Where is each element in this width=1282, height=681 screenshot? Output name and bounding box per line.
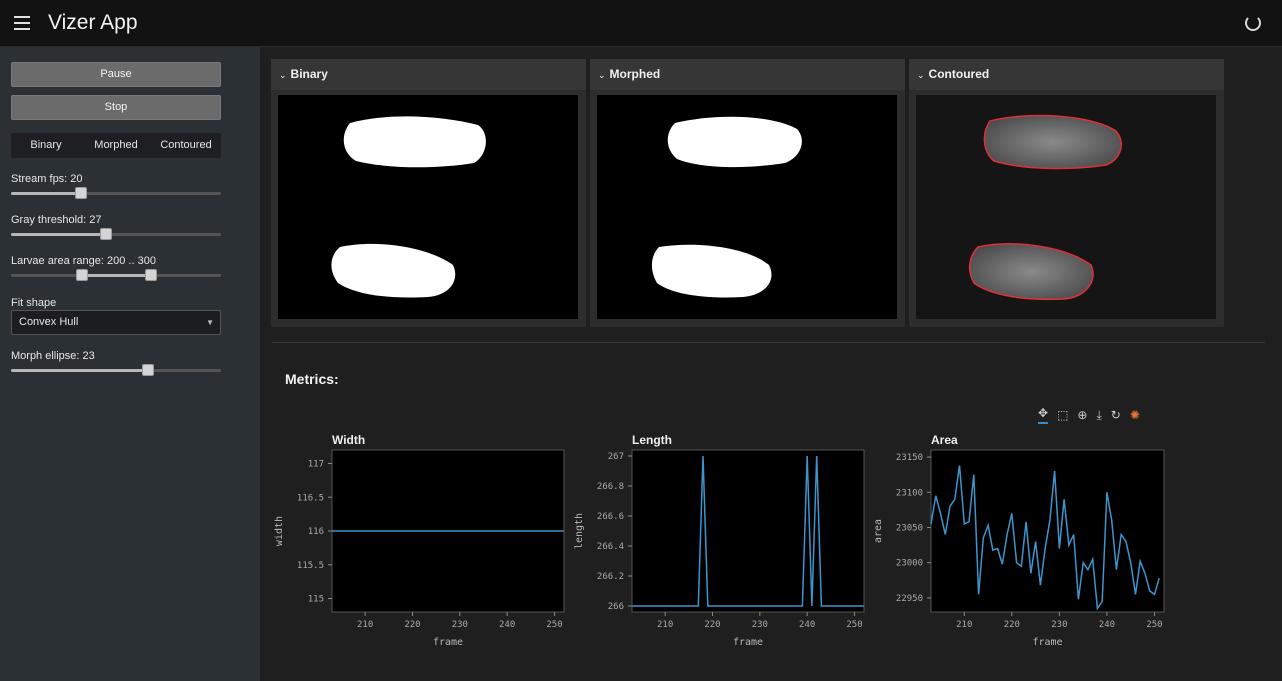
view-toggle-contoured[interactable]: Contoured (151, 133, 221, 158)
y-tick-label: 116 (308, 527, 324, 537)
pause-button[interactable]: Pause (11, 62, 221, 87)
larvae-area-range-slider[interactable] (11, 269, 221, 281)
fit-shape-select[interactable]: Convex Hull ▼ (11, 310, 221, 335)
plot-area (631, 449, 865, 613)
x-axis-label: frame (1032, 637, 1062, 648)
y-tick-label: 23150 (896, 453, 923, 463)
x-tick-label: 250 (1146, 620, 1162, 630)
y-tick-label: 116.5 (297, 493, 324, 503)
y-tick-label: 23050 (896, 523, 923, 533)
x-tick-label: 240 (799, 620, 815, 630)
x-tick-label: 230 (752, 620, 768, 630)
stream-fps-slider[interactable] (11, 187, 221, 199)
main-panel: ⌄ Binary ⌄ Morphed ⌄ Contoured Metrics: … (260, 47, 1282, 681)
fit-shape-label: Fit shape (11, 297, 57, 309)
stream-fps-handle[interactable] (75, 187, 87, 199)
gray-threshold-handle[interactable] (100, 228, 112, 240)
sidebar: Pause Stop Binary Morphed Contoured Stre… (0, 47, 260, 681)
y-tick-label: 266 (608, 602, 624, 612)
loading-spinner-icon (1245, 15, 1261, 31)
x-tick-label: 220 (704, 620, 720, 630)
metrics-charts[interactable]: 210 220 230 240 250 115 115.5 116 116.5 117 frame w… (260, 47, 1282, 681)
y-tick-label: 23000 (896, 559, 923, 569)
x-axis-label: frame (733, 637, 763, 648)
y-tick-label: 266.8 (597, 482, 624, 492)
stop-button[interactable]: Stop (11, 95, 221, 120)
y-tick-label: 267 (608, 452, 624, 462)
gray-threshold-slider[interactable] (11, 228, 221, 240)
y-axis-label: width (274, 516, 285, 546)
x-tick-label: 210 (657, 620, 673, 630)
y-tick-label: 266.6 (597, 512, 624, 522)
y-tick-label: 117 (308, 460, 324, 470)
view-toggle-group: Binary Morphed Contoured (11, 133, 221, 158)
x-tick-label: 220 (1004, 620, 1020, 630)
chevron-down-icon: ▼ (206, 318, 214, 327)
morph-ellipse-label: Morph ellipse: 23 (11, 350, 95, 362)
y-tick-label: 23100 (896, 488, 923, 498)
app-title: Vizer App (48, 11, 138, 34)
y-tick-label: 115 (308, 595, 324, 605)
app-header: Vizer App (0, 0, 1282, 47)
larvae-area-low-handle[interactable] (76, 269, 88, 281)
y-axis-label: area (873, 519, 884, 543)
x-tick-label: 250 (546, 620, 562, 630)
larvae-area-label: Larvae area range: 200 .. 300 (11, 255, 156, 267)
x-tick-label: 230 (452, 620, 468, 630)
fit-shape-value: Convex Hull (19, 316, 79, 328)
y-tick-label: 22950 (896, 594, 923, 604)
x-tick-label: 210 (956, 620, 972, 630)
x-tick-label: 240 (499, 620, 515, 630)
morph-ellipse-handle[interactable] (142, 364, 154, 376)
x-tick-label: 220 (404, 620, 420, 630)
view-toggle-morphed[interactable]: Morphed (81, 133, 151, 158)
x-axis-label: frame (433, 637, 463, 648)
x-tick-label: 240 (1099, 620, 1115, 630)
x-tick-label: 230 (1051, 620, 1067, 630)
larvae-area-high-handle[interactable] (145, 269, 157, 281)
y-tick-label: 266.4 (597, 542, 624, 552)
y-axis-label: length (574, 513, 585, 549)
x-tick-label: 210 (357, 620, 373, 630)
y-tick-label: 266.2 (597, 572, 624, 582)
stream-fps-label: Stream fps: 20 (11, 173, 83, 185)
gray-threshold-label: Gray threshold: 27 (11, 214, 102, 226)
morph-ellipse-slider[interactable] (11, 364, 221, 376)
x-tick-label: 250 (846, 620, 862, 630)
y-tick-label: 115.5 (297, 561, 324, 571)
view-toggle-binary[interactable]: Binary (11, 133, 81, 158)
hamburger-icon[interactable] (14, 16, 30, 30)
